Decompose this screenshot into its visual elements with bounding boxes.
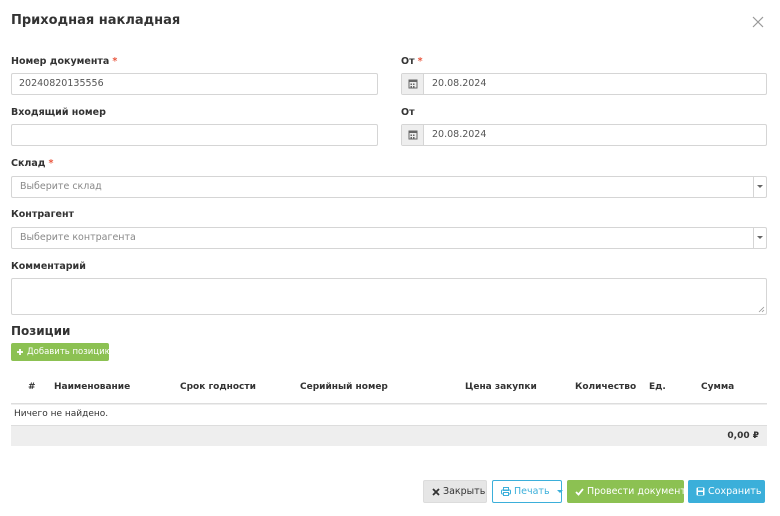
column-header-sum[interactable]: Сумма [701, 382, 734, 392]
column-header-number[interactable]: # [28, 382, 36, 392]
column-header-quantity[interactable]: Количество [575, 382, 636, 392]
incoming-number-label: Входящий номер [11, 107, 106, 118]
incoming-date-label: От [401, 107, 415, 118]
invoice-modal: Приходная накладная Номер документа * 202… [0, 0, 780, 516]
print-icon [501, 487, 511, 496]
close-button-label: Закрыть [443, 486, 486, 497]
close-button[interactable]: Закрыть [423, 480, 487, 503]
incoming-date-field[interactable]: 20.08.2024 [401, 124, 767, 146]
resize-handle-icon[interactable] [758, 306, 765, 313]
warehouse-label: Склад * [11, 158, 54, 169]
post-document-button[interactable]: Провести документ [567, 480, 686, 503]
doc-date-value: 20.08.2024 [432, 78, 487, 89]
add-position-button[interactable]: Добавить позицию [11, 343, 112, 361]
calendar-icon[interactable] [402, 125, 424, 145]
column-header-name[interactable]: Наименование [54, 382, 130, 392]
modal-title: Приходная накладная [11, 13, 181, 28]
save-icon [696, 487, 705, 496]
column-header-serial[interactable]: Серийный номер [300, 382, 388, 392]
required-mark: * [417, 56, 423, 67]
doc-number-label: Номер документа * [11, 56, 118, 67]
column-header-unit[interactable]: Ед. [649, 382, 666, 392]
table-divider-shadow [11, 404, 767, 405]
print-button-label: Печать [514, 486, 550, 497]
incoming-number-input[interactable] [11, 124, 378, 146]
counterparty-select[interactable]: Выберите контрагента [11, 227, 767, 249]
save-button-label: Сохранить [708, 486, 762, 497]
positions-title: Позиции [11, 324, 71, 338]
empty-table-message: Ничего не найдено. [14, 409, 109, 419]
times-icon [432, 487, 440, 496]
total-sum: 0,00 ₽ [727, 431, 759, 441]
counterparty-label: Контрагент [11, 209, 75, 220]
print-button[interactable]: Печать [492, 480, 563, 503]
doc-number-input[interactable]: 20240820135556 [11, 73, 378, 95]
chevron-down-icon[interactable] [753, 177, 766, 197]
table-footer-row: 0,00 ₽ [11, 425, 767, 446]
comment-textarea[interactable] [11, 278, 767, 315]
required-mark: * [112, 56, 118, 67]
calendar-icon[interactable] [402, 74, 424, 94]
check-icon [575, 487, 584, 496]
plus-icon [17, 348, 23, 355]
warehouse-placeholder: Выберите склад [20, 181, 102, 192]
save-button[interactable]: Сохранить [688, 480, 765, 503]
post-document-label: Провести документ [587, 486, 686, 497]
close-icon[interactable] [748, 12, 768, 32]
warehouse-select[interactable]: Выберите склад [11, 176, 767, 198]
comment-label: Комментарий [11, 261, 86, 272]
add-position-label: Добавить позицию [27, 347, 112, 357]
column-header-expiry[interactable]: Срок годности [180, 382, 256, 392]
required-mark: * [48, 158, 54, 169]
chevron-down-icon[interactable] [753, 228, 766, 248]
doc-date-field[interactable]: 20.08.2024 [401, 73, 767, 95]
chevron-down-icon [556, 489, 563, 493]
column-header-price[interactable]: Цена закупки [465, 382, 537, 392]
doc-date-label: От * [401, 56, 423, 67]
counterparty-placeholder: Выберите контрагента [20, 232, 136, 243]
incoming-date-value: 20.08.2024 [432, 129, 487, 140]
